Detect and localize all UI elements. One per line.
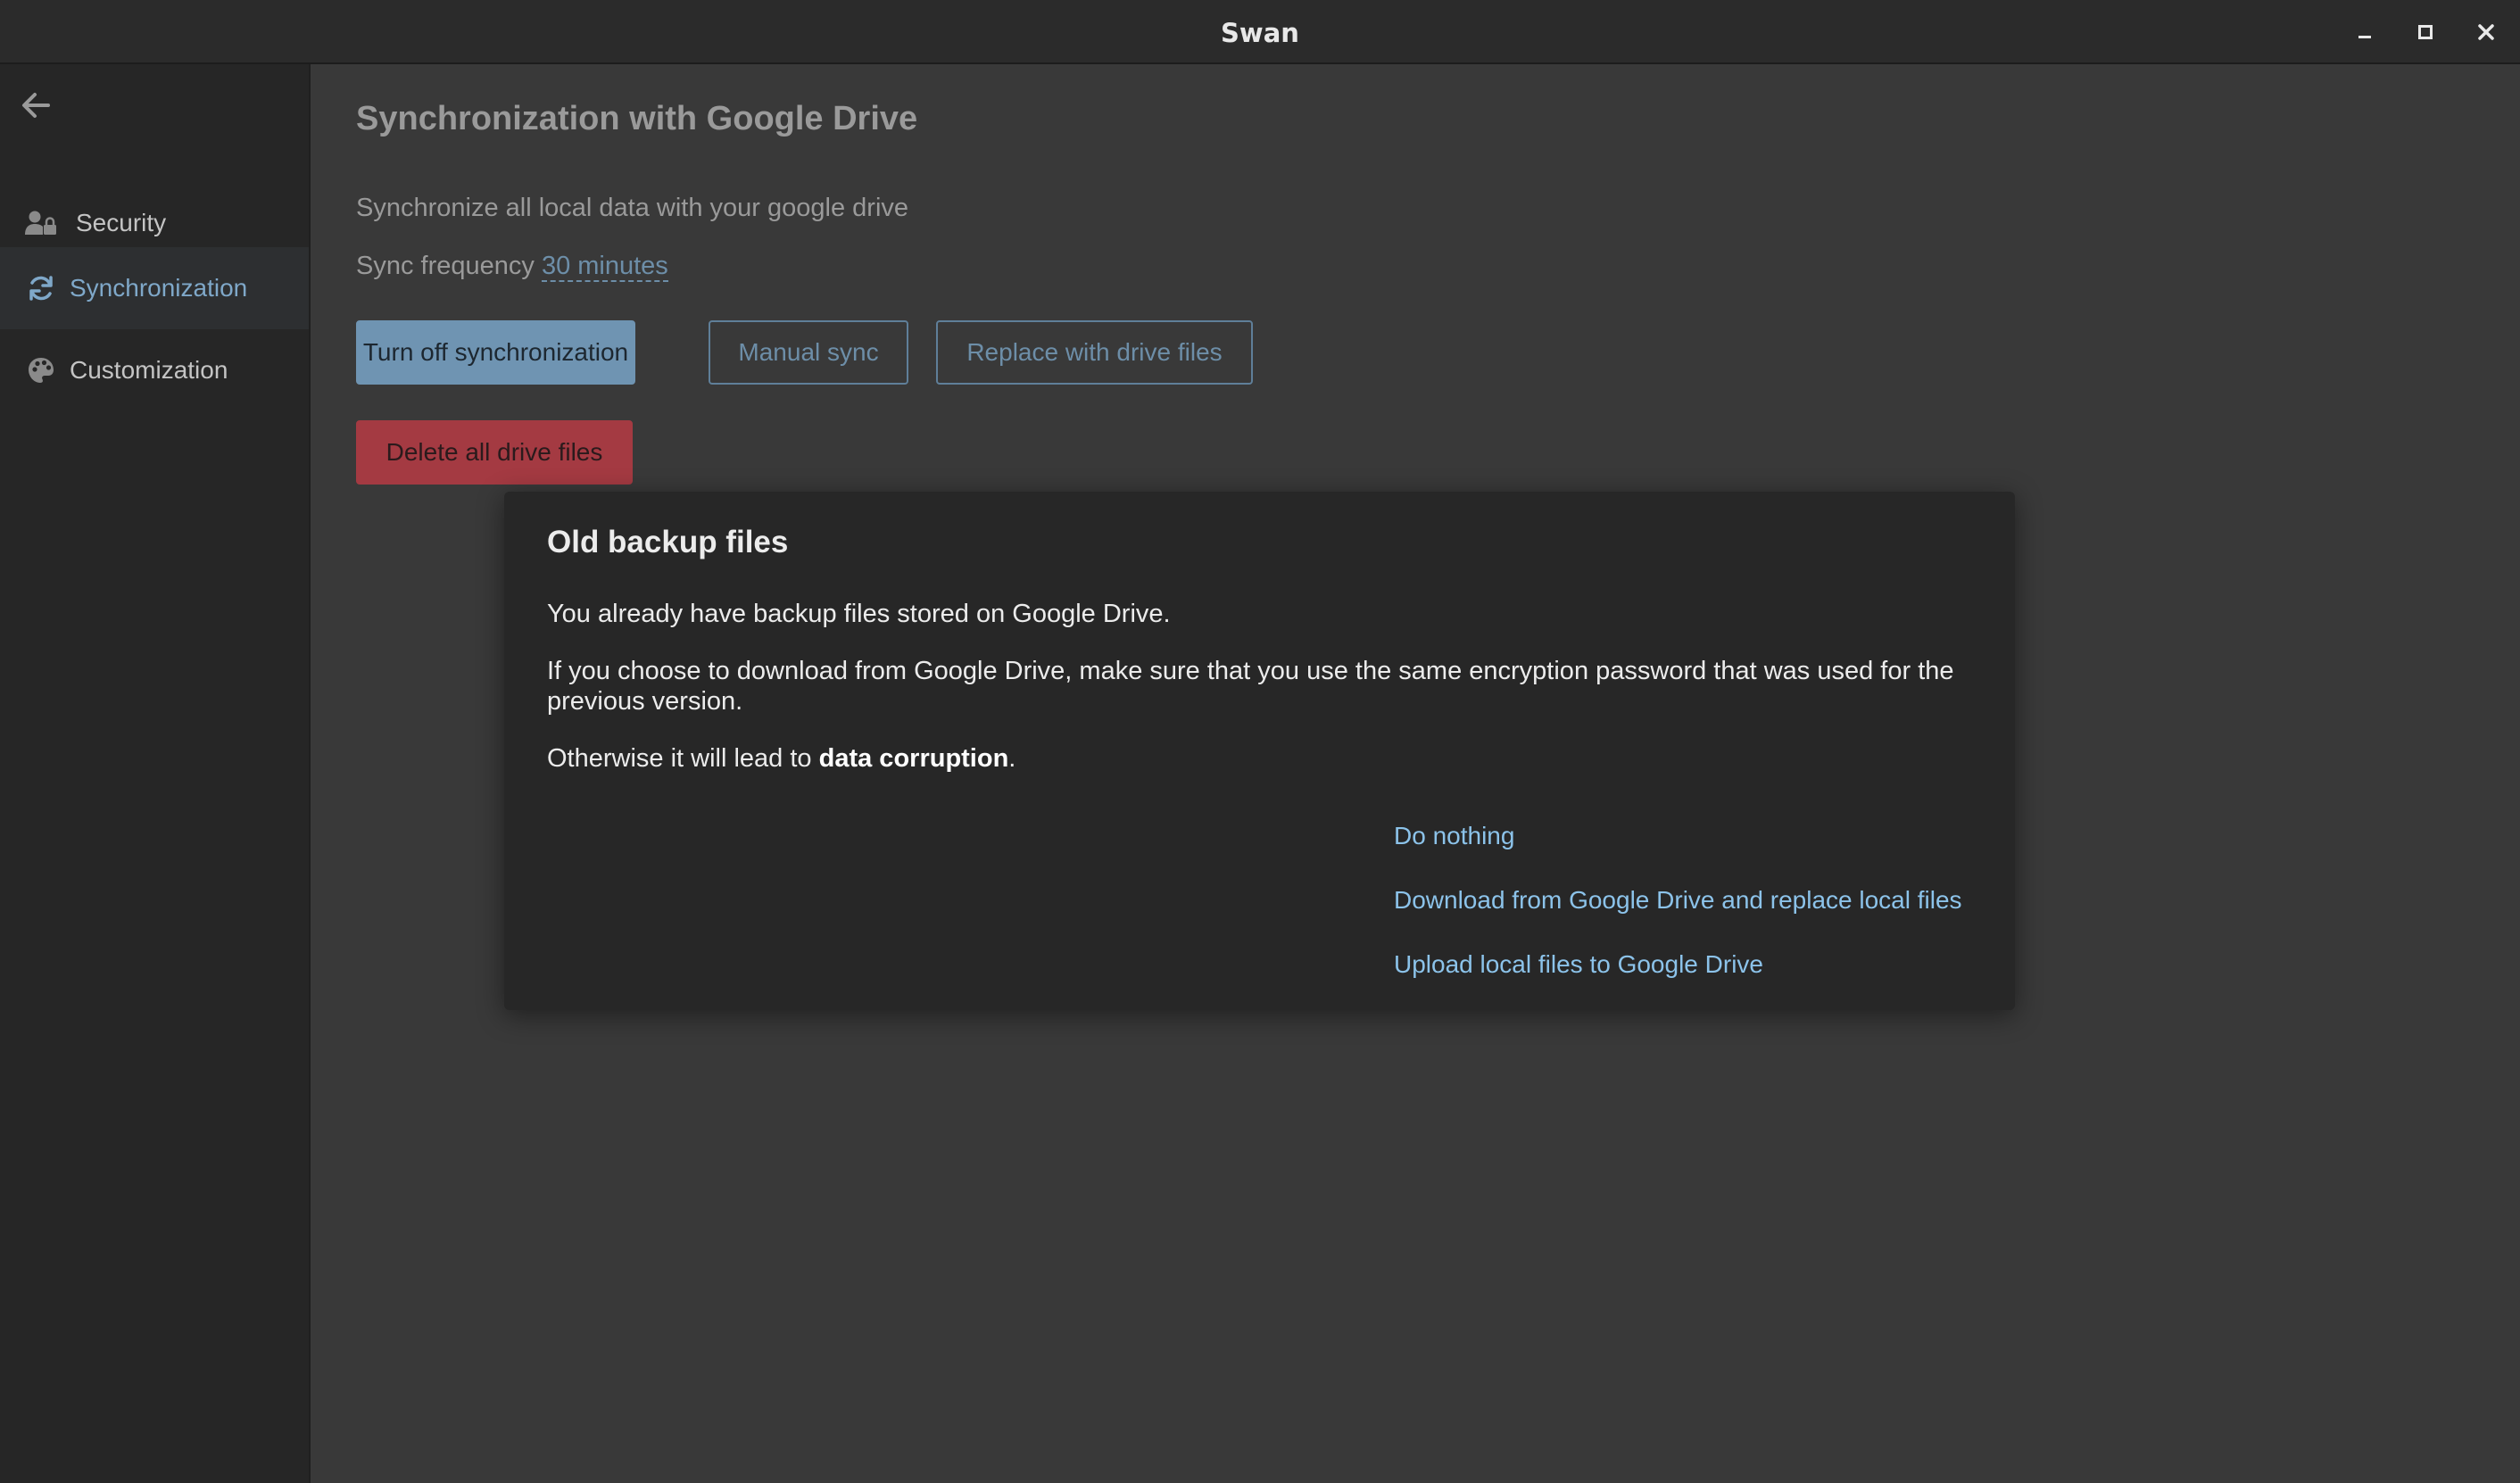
sync-frequency-label: Sync frequency <box>356 252 535 280</box>
app-window: Swan Security Synchronization Customizat… <box>0 0 2520 1483</box>
sidebar-item-label: Synchronization <box>70 274 248 302</box>
sidebar: Security Synchronization Customization <box>0 64 311 1483</box>
replace-with-drive-files-button[interactable]: Replace with drive files <box>936 320 1253 385</box>
maximize-button[interactable] <box>2406 12 2445 52</box>
sidebar-item-synchronization[interactable]: Synchronization <box>0 247 309 329</box>
minimize-button[interactable] <box>2345 12 2384 52</box>
sync-frequency-value[interactable]: 30 minutes <box>541 252 668 282</box>
sidebar-item-label: Security <box>76 209 167 236</box>
dialog-paragraph-3: Otherwise it will lead to data corruptio… <box>547 743 1975 774</box>
user-lock-icon <box>25 207 57 239</box>
dialog-title: Old backup files <box>547 525 789 559</box>
maximize-icon <box>2418 25 2433 39</box>
sidebar-item-label: Customization <box>70 356 228 384</box>
old-backup-files-dialog: Old backup files You already have backup… <box>504 492 2015 1010</box>
page-title: Synchronization with Google Drive <box>356 100 918 137</box>
data-corruption-emphasis: data corruption <box>818 744 1009 773</box>
sync-icon <box>25 272 57 304</box>
minimize-icon <box>2358 36 2371 38</box>
back-button[interactable] <box>14 84 57 127</box>
title-bar: Swan <box>0 0 2520 64</box>
dialog-paragraph-1: You already have backup files stored on … <box>547 600 1171 628</box>
dialog-paragraph-3-end: . <box>1008 744 1016 773</box>
dialog-paragraph-3-text: Otherwise it will lead to <box>547 744 819 773</box>
do-nothing-button[interactable]: Do nothing <box>1394 822 1514 850</box>
arrow-left-icon <box>22 93 50 118</box>
palette-icon <box>25 354 57 386</box>
turn-off-sync-button[interactable]: Turn off synchronization <box>356 320 635 385</box>
sync-frequency: Sync frequency 30 minutes <box>356 252 668 282</box>
window-title: Swan <box>1221 18 1299 48</box>
sync-description: Synchronize all local data with your goo… <box>356 194 909 222</box>
manual-sync-button[interactable]: Manual sync <box>709 320 908 385</box>
delete-all-drive-files-button[interactable]: Delete all drive files <box>356 420 633 485</box>
download-and-replace-button[interactable]: Download from Google Drive and replace l… <box>1394 886 1962 915</box>
close-icon <box>2478 24 2494 40</box>
close-button[interactable] <box>2466 12 2506 52</box>
dialog-paragraph-2: If you choose to download from Google Dr… <box>547 657 1954 716</box>
sidebar-item-customization[interactable]: Customization <box>0 329 309 411</box>
upload-local-files-button[interactable]: Upload local files to Google Drive <box>1394 950 1763 979</box>
